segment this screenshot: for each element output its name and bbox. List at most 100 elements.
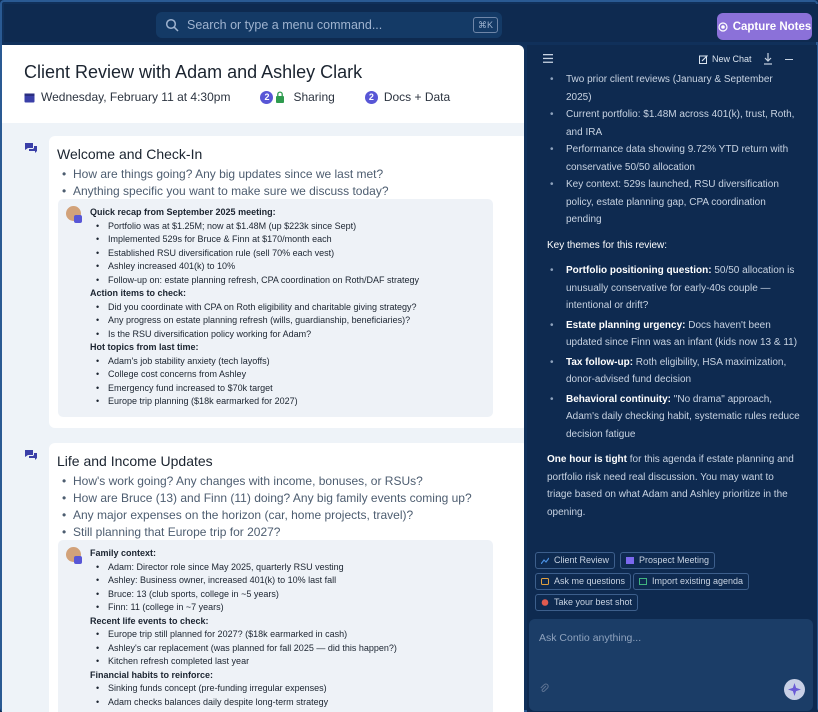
prep-notes-box: Quick recap from September 2025 meeting:…: [58, 199, 493, 417]
context-item: Two prior client reviews (January & Sept…: [547, 71, 801, 106]
theme-item: Tax follow-up: Roth eligibility, HSA max…: [547, 354, 801, 389]
note-item: Implemented 529s for Bruce & Finn at $17…: [90, 233, 490, 247]
notes-heading: Action items to check:: [90, 288, 187, 298]
command-search[interactable]: Search or type a menu command... ⌘K: [156, 12, 502, 38]
app-window: Search or type a menu command... ⌘K Capt…: [0, 0, 818, 712]
docs-label[interactable]: Docs + Data: [384, 90, 450, 104]
ask-input[interactable]: Ask Contio anything...: [529, 619, 813, 711]
new-chat-button[interactable]: New Chat: [699, 54, 752, 64]
chat-bubbles-icon: [25, 143, 37, 153]
question-item: Anything specific you want to make sure …: [59, 183, 524, 200]
meeting-date: Wednesday, February 11 at 4:30pm: [41, 90, 231, 104]
note-item: Established RSU diversification rule (se…: [90, 247, 490, 261]
top-bar: Search or type a menu command... ⌘K Capt…: [4, 4, 818, 42]
agenda-panel: Client Review with Adam and Ashley Clark…: [2, 45, 524, 712]
theme-title: Estate planning urgency:: [566, 319, 686, 331]
import-icon: [639, 578, 647, 585]
note-item: Ashley increased 401(k) to 10%: [90, 260, 490, 274]
note-item: Bruce: 13 (club sports, college in ~5 ye…: [90, 588, 490, 602]
search-icon: [165, 18, 179, 32]
chip-label: Prospect Meeting: [639, 555, 710, 565]
notes-heading: Recent life events to check:: [90, 615, 209, 626]
question-list: How's work going? Any changes with incom…: [59, 473, 524, 541]
note-item: Adam's job stability anxiety (tech layof…: [90, 355, 490, 369]
send-button[interactable]: [784, 679, 805, 700]
prep-notes: Quick recap from September 2025 meeting:…: [90, 206, 490, 409]
assistant-response: Two prior client reviews (January & Sept…: [547, 71, 801, 521]
chip-prospect-meeting[interactable]: Prospect Meeting: [620, 552, 716, 569]
note-item: Did you coordinate with CPA on Roth elig…: [90, 301, 490, 315]
sparkle-icon: [788, 683, 801, 696]
note-item: Finn: 11 (college in ~7 years): [90, 601, 490, 615]
question-item: How are things going? Any big updates si…: [59, 166, 524, 183]
chip-label: Import existing agenda: [652, 576, 744, 586]
prep-notes: Family context: Adam: Director role sinc…: [90, 547, 490, 709]
search-placeholder: Search or type a menu command...: [187, 18, 383, 32]
target-icon: [541, 599, 549, 606]
attach-icon[interactable]: [539, 683, 549, 694]
new-chat-label: New Chat: [712, 54, 752, 64]
note-item: Adam checks balances daily despite long-…: [90, 696, 490, 710]
assistant-panel: New Chat Two prior client reviews (Janua…: [527, 45, 817, 712]
note-item: Europe trip still planned for 2027? ($18…: [90, 628, 490, 642]
chip-best-shot[interactable]: Take your best shot: [535, 594, 639, 611]
sharing-count-badge: 2: [260, 90, 274, 104]
context-item: Key context: 529s launched, RSU diversif…: [547, 176, 801, 229]
chip-client-review[interactable]: Client Review: [535, 552, 616, 569]
chip-import-agenda[interactable]: Import existing agenda: [633, 573, 750, 590]
chip-label: Take your best shot: [554, 597, 633, 607]
meeting-header: Client Review with Adam and Ashley Clark…: [2, 45, 524, 123]
note-item: Any progress on estate planning refresh …: [90, 314, 490, 328]
theme-item: Estate planning urgency: Docs haven't be…: [547, 317, 801, 352]
theme-title: Behavioral continuity:: [566, 393, 672, 405]
note-item: Adam: Director role since May 2025, quar…: [90, 561, 490, 575]
question-item: How's work going? Any changes with incom…: [59, 473, 524, 490]
chip-label: Client Review: [554, 555, 610, 565]
closing-paragraph: One hour is tight for this agenda if est…: [547, 451, 801, 521]
download-icon[interactable]: [763, 53, 773, 65]
question-icon: [541, 578, 549, 585]
theme-title: Portfolio positioning question:: [566, 265, 712, 276]
note-item: Ashley's car replacement (was planned fo…: [90, 642, 490, 656]
meeting-title: Client Review with Adam and Ashley Clark: [24, 62, 363, 82]
sharing-label[interactable]: Sharing: [293, 90, 334, 104]
agenda-section-card[interactable]: Life and Income Updates How's work going…: [49, 443, 524, 712]
context-list: Two prior client reviews (January & Sept…: [547, 71, 801, 229]
meeting-meta: Wednesday, February 11 at 4:30pm 2 Shari…: [24, 90, 450, 104]
theme-item: Behavioral continuity: "No drama" approa…: [547, 391, 801, 444]
notes-heading: Hot topics from last time:: [90, 342, 199, 352]
private-lock-icon: [74, 215, 82, 223]
closing-bold: One hour is tight: [547, 454, 627, 465]
docs-count-badge: 2: [364, 90, 378, 104]
menu-icon[interactable]: [543, 54, 553, 63]
chip-ask-questions[interactable]: Ask me questions: [535, 573, 632, 590]
agenda-section-card[interactable]: Welcome and Check-In How are things goin…: [49, 136, 524, 428]
lock-icon: [276, 91, 285, 103]
context-item: Performance data showing 9.72% YTD retur…: [547, 141, 801, 176]
theme-title: Tax follow-up:: [566, 356, 634, 368]
note-item: Is the RSU diversification policy workin…: [90, 328, 490, 342]
note-item: Emergency fund increased to $70k target: [90, 382, 490, 396]
question-item: How are Bruce (13) and Finn (11) doing? …: [59, 490, 524, 507]
chat-bubbles-icon: [25, 450, 37, 460]
edit-icon: [699, 54, 708, 64]
themes-list: Portfolio positioning question: 50/50 al…: [547, 262, 801, 443]
capture-notes-label: Capture Notes: [732, 20, 812, 33]
note-item: College cost concerns from Ashley: [90, 368, 490, 382]
note-item: Sinking funds concept (pre-funding irreg…: [90, 682, 490, 696]
capture-notes-button[interactable]: Capture Notes: [717, 13, 812, 40]
notes-heading: Financial habits to reinforce:: [90, 669, 214, 680]
note-item: Portfolio was at $1.25M; now at $1.48M (…: [90, 220, 490, 234]
question-list: How are things going? Any big updates si…: [59, 166, 524, 200]
notes-heading: Family context:: [90, 548, 157, 558]
section-title: Life and Income Updates: [57, 453, 213, 469]
question-item: Any major expenses on the horizon (car, …: [59, 507, 524, 524]
section-title: Welcome and Check-In: [57, 146, 203, 162]
minimize-icon[interactable]: [785, 59, 793, 60]
note-item: Europe trip planning ($18k earmarked for…: [90, 395, 490, 409]
ask-placeholder: Ask Contio anything...: [539, 632, 642, 644]
chip-label: Ask me questions: [554, 576, 626, 586]
question-item: Still planning that Europe trip for 2027…: [59, 524, 524, 541]
notes-heading: Quick recap from September 2025 meeting:: [90, 207, 276, 217]
note-item: Ashley: Business owner, increased 401(k)…: [90, 574, 490, 588]
